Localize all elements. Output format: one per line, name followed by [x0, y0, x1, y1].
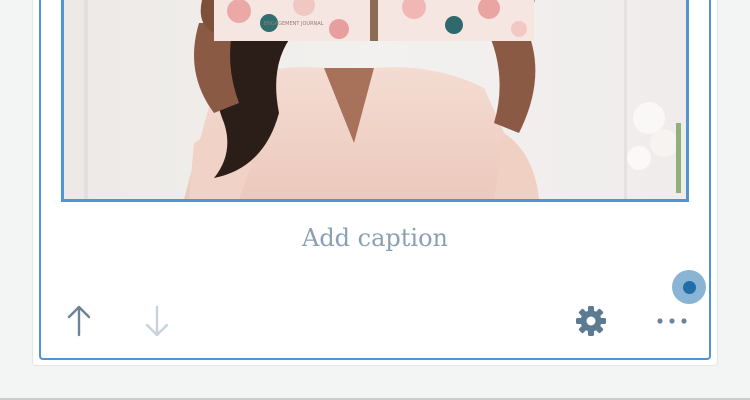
- move-up-icon: [67, 305, 91, 337]
- journal-photo: ENGAGEMENT JOURNAL: [64, 0, 686, 199]
- journal-cover-text: ENGAGEMENT JOURNAL: [264, 21, 324, 27]
- more-options-button[interactable]: [650, 298, 694, 344]
- insertion-point-dot: [682, 280, 696, 294]
- move-down-button[interactable]: [136, 300, 178, 342]
- more-options-icon: [657, 318, 687, 324]
- image-preview[interactable]: ENGAGEMENT JOURNAL: [61, 0, 689, 202]
- block-settings-button[interactable]: [568, 298, 614, 344]
- block-insertion-point[interactable]: [672, 270, 706, 304]
- move-up-button[interactable]: [58, 300, 100, 342]
- move-down-icon: [145, 305, 169, 337]
- caption-placeholder[interactable]: Add caption: [39, 224, 711, 252]
- gear-icon: [576, 306, 606, 336]
